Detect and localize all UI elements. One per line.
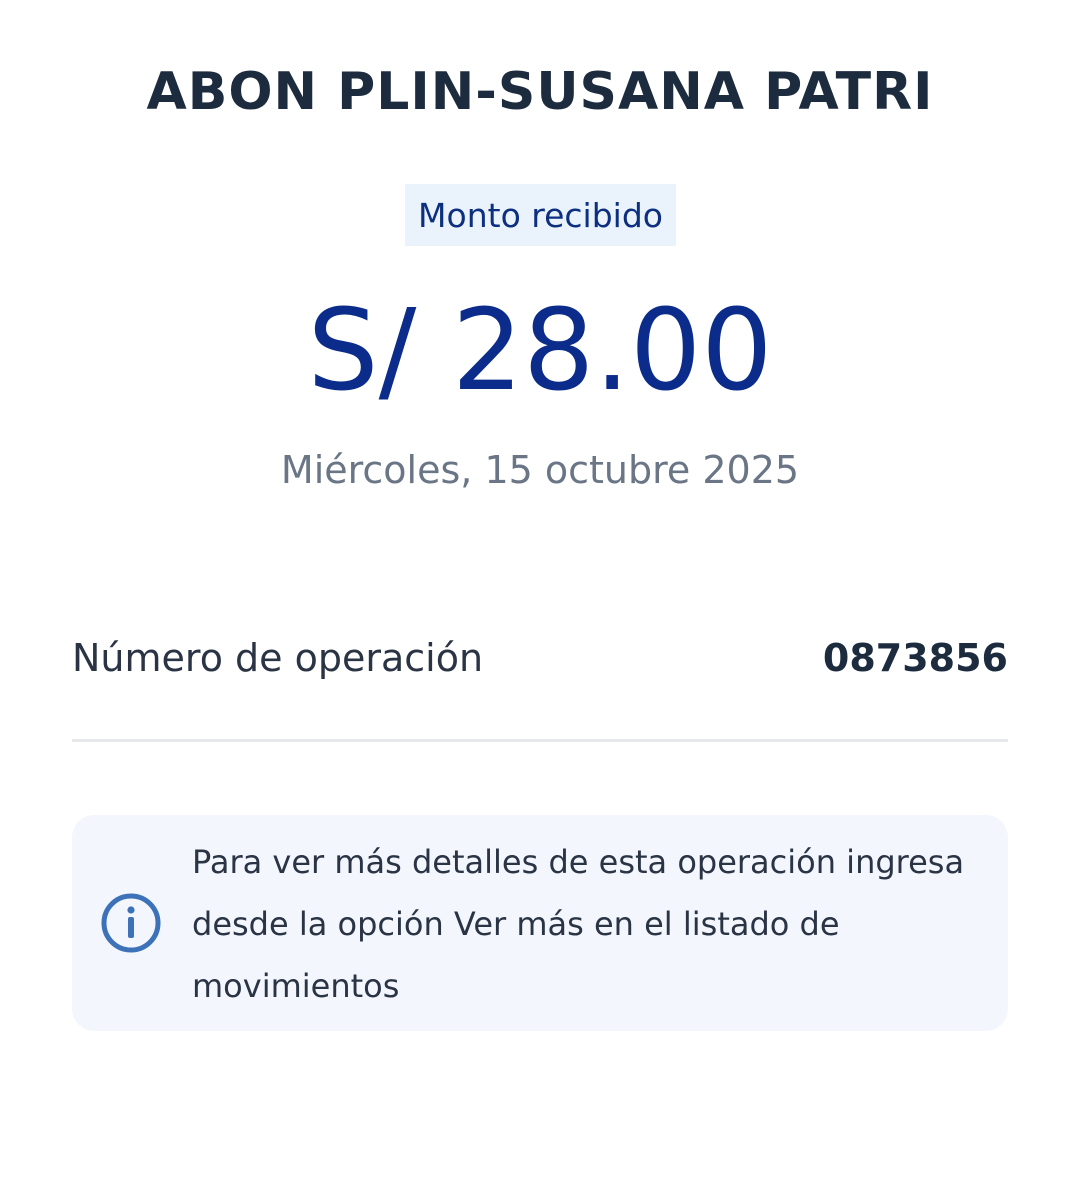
info-message: Para ver más detalles de esta operación …: [192, 843, 965, 1005]
operation-number-value: 0873856: [822, 636, 1008, 680]
status-badge: Monto recibido: [405, 184, 676, 246]
operation-number-row: Número de operación 0873856: [72, 630, 1008, 686]
divider: [72, 739, 1008, 742]
transaction-date: Miércoles, 15 octubre 2025: [280, 448, 800, 492]
info-icon: [101, 893, 161, 953]
operation-number-label: Número de operación: [72, 636, 484, 680]
page-title: ABON PLIN-SUSANA PATRI: [146, 62, 934, 122]
amount-value: S/ 28.00: [307, 286, 773, 416]
status-badge-label: Monto recibido: [418, 195, 663, 235]
info-box: Para ver más detalles de esta operación …: [72, 815, 1008, 1031]
